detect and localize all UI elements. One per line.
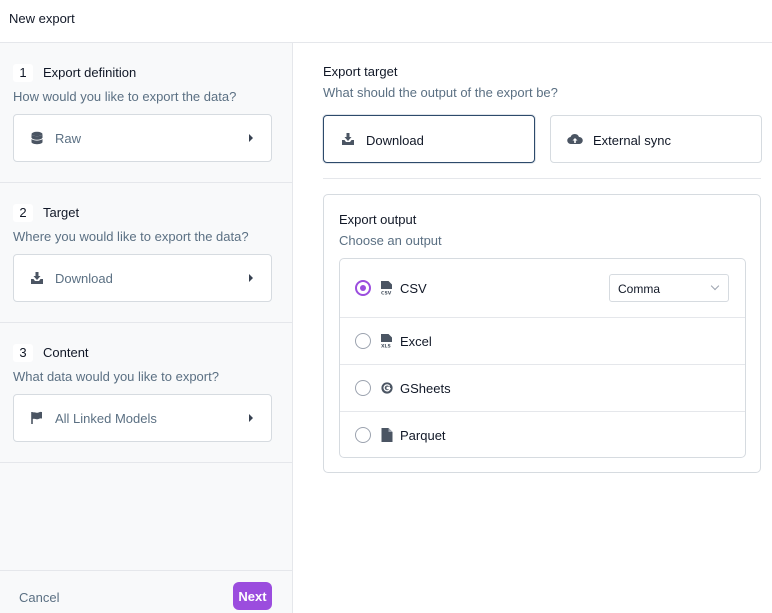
cancel-button[interactable]: Cancel bbox=[19, 590, 59, 605]
output-option-csv[interactable]: CSV CSV Comma bbox=[340, 259, 745, 318]
step-label: Content bbox=[43, 345, 89, 360]
section-divider bbox=[323, 178, 761, 179]
export-output-heading: Export output bbox=[339, 212, 417, 227]
download-icon bbox=[31, 272, 43, 284]
svg-text:XLS: XLS bbox=[381, 344, 391, 349]
target-option-download[interactable]: Download bbox=[323, 115, 535, 163]
target-selector[interactable]: Download bbox=[13, 254, 272, 302]
chevron-down-icon bbox=[710, 281, 720, 291]
output-option-label: GSheets bbox=[400, 381, 451, 396]
flag-icon bbox=[31, 411, 42, 424]
output-option-label: Excel bbox=[400, 334, 432, 349]
output-option-gsheets[interactable]: GSheets bbox=[340, 365, 745, 412]
output-options-list: CSV CSV Comma XLS Excel GSheets Parquet bbox=[339, 258, 746, 458]
export-target-heading: Export target bbox=[323, 64, 398, 79]
step-question: Where you would like to export the data? bbox=[13, 229, 249, 244]
file-icon bbox=[381, 428, 393, 442]
output-option-parquet[interactable]: Parquet bbox=[340, 412, 745, 457]
step-label: Target bbox=[43, 205, 80, 220]
export-definition-value: Raw bbox=[55, 131, 82, 146]
csv-file-icon: CSV bbox=[381, 281, 392, 296]
window-title: New export bbox=[9, 11, 75, 26]
title-bar: New export bbox=[0, 0, 772, 43]
export-target-subheading: What should the output of the export be? bbox=[323, 85, 558, 100]
caret-right-icon bbox=[249, 134, 253, 142]
content-selector[interactable]: All Linked Models bbox=[13, 394, 272, 442]
step-number: 1 bbox=[13, 64, 33, 82]
next-button[interactable]: Next bbox=[233, 582, 272, 610]
step-content: 3 Content What data would you like to ex… bbox=[0, 323, 292, 463]
export-output-section: Export output Choose an output CSV CSV C… bbox=[323, 194, 761, 473]
output-option-label: Parquet bbox=[400, 428, 446, 443]
caret-right-icon bbox=[249, 414, 253, 422]
export-definition-selector[interactable]: Raw bbox=[13, 114, 272, 162]
cloud-upload-icon bbox=[567, 133, 583, 145]
csv-radio[interactable] bbox=[355, 280, 371, 296]
target-value: Download bbox=[55, 271, 113, 286]
step-number: 3 bbox=[13, 344, 33, 362]
xls-file-icon: XLS bbox=[381, 334, 392, 349]
output-option-label: CSV bbox=[400, 281, 427, 296]
download-icon bbox=[342, 133, 354, 145]
target-option-external-sync[interactable]: External sync bbox=[550, 115, 762, 163]
content-value: All Linked Models bbox=[55, 411, 157, 426]
output-option-excel[interactable]: XLS Excel bbox=[340, 318, 745, 365]
delimiter-value: Comma bbox=[618, 282, 661, 296]
database-icon bbox=[31, 131, 43, 145]
step-question: What data would you like to export? bbox=[13, 369, 219, 384]
svg-text:CSV: CSV bbox=[381, 291, 392, 296]
excel-radio[interactable] bbox=[355, 333, 371, 349]
step-export-definition: 1 Export definition How would you like t… bbox=[0, 43, 292, 183]
settings-panel: Export target What should the output of … bbox=[293, 43, 772, 613]
step-number: 2 bbox=[13, 204, 33, 222]
export-output-subheading: Choose an output bbox=[339, 233, 442, 248]
steps-panel: 1 Export definition How would you like t… bbox=[0, 43, 293, 613]
step-label: Export definition bbox=[43, 65, 137, 80]
target-option-label: Download bbox=[366, 133, 424, 148]
wizard-footer: Cancel Next bbox=[0, 570, 292, 613]
parquet-radio[interactable] bbox=[355, 427, 371, 443]
gsheets-radio[interactable] bbox=[355, 380, 371, 396]
caret-right-icon bbox=[249, 274, 253, 282]
step-target: 2 Target Where you would like to export … bbox=[0, 183, 292, 323]
csv-delimiter-select[interactable]: Comma bbox=[609, 274, 729, 302]
step-question: How would you like to export the data? bbox=[13, 89, 237, 104]
target-option-label: External sync bbox=[593, 133, 672, 148]
google-icon bbox=[381, 382, 393, 394]
